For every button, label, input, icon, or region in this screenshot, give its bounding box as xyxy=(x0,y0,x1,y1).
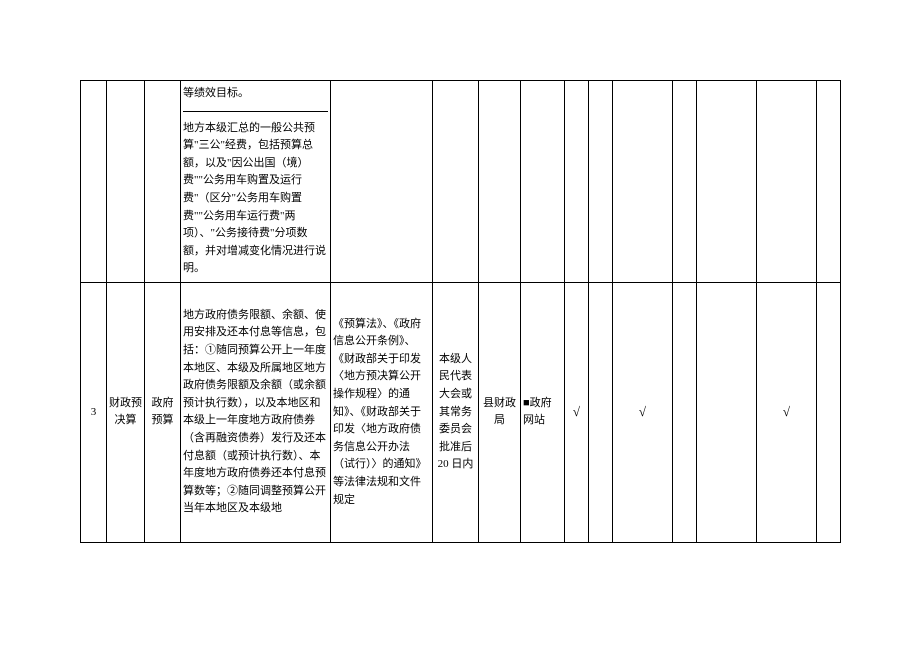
table-row: 等绩效目标。 地方本级汇总的一般公共预算"三公"经费，包括预算总额，以及"因公出… xyxy=(81,81,841,283)
budget-disclosure-table: 等绩效目标。 地方本级汇总的一般公共预算"三公"经费，包括预算总额，以及"因公出… xyxy=(80,80,841,543)
cell-check2 xyxy=(589,282,613,542)
cell-basis-prev xyxy=(331,81,433,283)
cell-c1-prev xyxy=(565,81,589,283)
cell-check5 xyxy=(697,282,757,542)
cell-timing: 本级人民代表大会或其常务委员会批准后20 日内 xyxy=(433,282,479,542)
cell-num-prev xyxy=(81,81,107,283)
table-row: 3 财政预决算 政府预算 地方政府债务限额、余额、使用安排及还本付息等信息，包括… xyxy=(81,282,841,542)
cell-check4 xyxy=(673,282,697,542)
cell-time-prev xyxy=(433,81,479,283)
cell-c2-prev xyxy=(589,81,613,283)
cell-check3: √ xyxy=(613,282,673,542)
cell-channel: ■政府网站 xyxy=(521,282,565,542)
cell-c5-prev xyxy=(697,81,757,283)
cell-c4-prev xyxy=(673,81,697,283)
cell-c6-prev xyxy=(757,81,817,283)
cell-check6: √ xyxy=(757,282,817,542)
cell-dept-prev xyxy=(479,81,521,283)
cell-c7-prev xyxy=(817,81,841,283)
cell-content-prev: 等绩效目标。 地方本级汇总的一般公共预算"三公"经费，包括预算总额，以及"因公出… xyxy=(181,81,331,283)
content-part-b: 地方本级汇总的一般公共预算"三公"经费，包括预算总额，以及"因公出国（境）费""… xyxy=(183,111,328,278)
document-page: 等绩效目标。 地方本级汇总的一般公共预算"三公"经费，包括预算总额，以及"因公出… xyxy=(0,0,920,651)
cell-check7 xyxy=(817,282,841,542)
cell-category: 财政预决算 xyxy=(107,282,145,542)
cell-chan-prev xyxy=(521,81,565,283)
cell-c3-prev xyxy=(613,81,673,283)
cell-dept: 县财政局 xyxy=(479,282,521,542)
cell-cat-prev xyxy=(107,81,145,283)
cell-content: 地方政府债务限额、余额、使用安排及还本付息等信息，包括：①随同预算公开上一年度本… xyxy=(181,282,331,542)
cell-subcat: 政府预算 xyxy=(145,282,181,542)
cell-check1: √ xyxy=(565,282,589,542)
content-part-a: 等绩效目标。 xyxy=(183,85,328,103)
cell-sub-prev xyxy=(145,81,181,283)
cell-num: 3 xyxy=(81,282,107,542)
cell-basis: 《预算法》、《政府信息公开条例》、《财政部关于印发〈地方预决算公开操作规程〉的通… xyxy=(331,282,433,542)
